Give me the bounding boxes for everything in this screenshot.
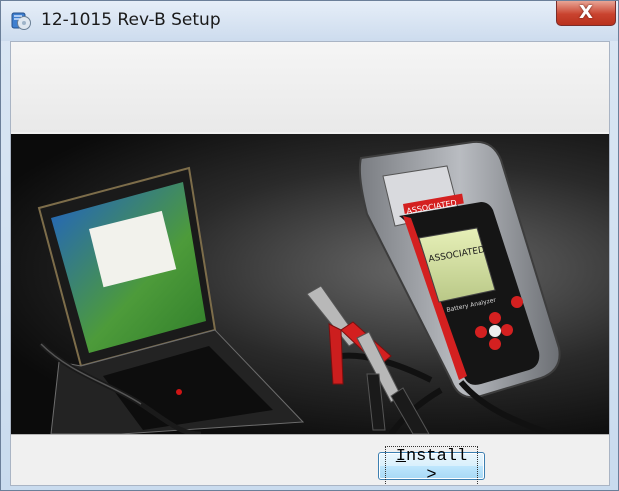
window-title: 12-1015 Rev-B Setup — [41, 10, 221, 30]
install-label: nstall > — [405, 447, 468, 485]
header-area — [11, 42, 609, 132]
setup-window: 12-1015 Rev-B Setup X ASSOCIATED ASSOCIA… — [0, 0, 619, 491]
laptop-image — [37, 166, 305, 434]
laptop-battery-analyzer-illustration: ASSOCIATED ASSOCIATED Battery Analyzer — [37, 140, 561, 434]
close-button[interactable]: X — [556, 1, 616, 26]
setup-app-icon — [11, 12, 31, 30]
close-icon: X — [579, 2, 593, 23]
banner-image: ASSOCIATED ASSOCIATED Battery Analyzer — [11, 134, 609, 434]
focus-rectangle: Install > — [385, 446, 478, 485]
install-mnemonic: I — [395, 447, 406, 466]
battery-analyzer-image: ASSOCIATED ASSOCIATED Battery Analyzer — [358, 140, 561, 399]
title-bar[interactable]: 12-1015 Rev-B Setup X — [1, 1, 618, 41]
install-button[interactable]: Install > — [378, 446, 485, 485]
black-clamp-image — [356, 331, 430, 434]
setup-client-area: ASSOCIATED ASSOCIATED Battery Analyzer I… — [10, 41, 610, 486]
button-bar: Install > — [11, 434, 609, 485]
